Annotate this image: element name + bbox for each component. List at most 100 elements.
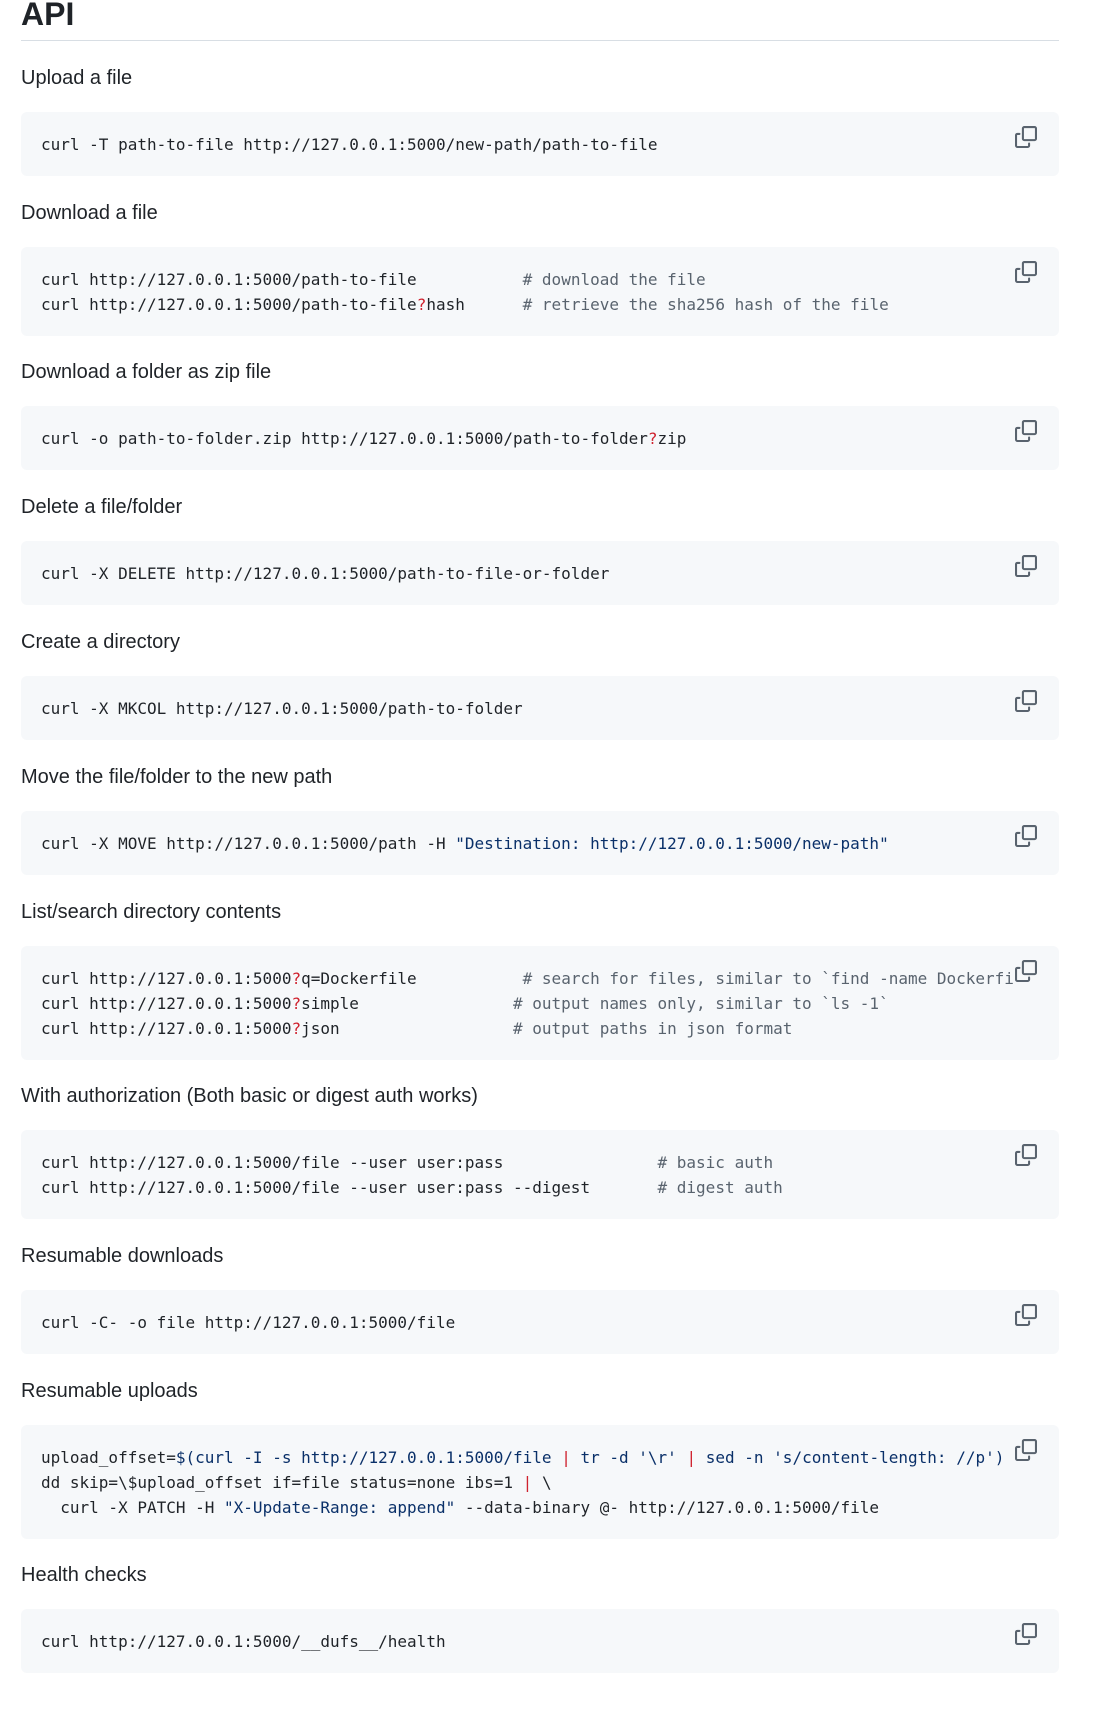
code-block-resumable-downloads: curl -C- -o file http://127.0.0.1:5000/f… xyxy=(21,1290,1059,1354)
page-title: API xyxy=(21,0,75,32)
section-label-zip: Download a folder as zip file xyxy=(21,361,272,383)
section-label-list: List/search directory contents xyxy=(21,901,282,923)
copy-icon xyxy=(1015,1439,1037,1461)
title-divider xyxy=(21,40,1059,41)
code-comment: # download the file xyxy=(522,270,706,289)
code-line: curl -X MOVE http://127.0.0.1:5000/path … xyxy=(41,834,456,853)
section-label-delete: Delete a file/folder xyxy=(21,496,183,518)
code-string: 's/content-length: //p') xyxy=(773,1448,1005,1467)
copy-button[interactable] xyxy=(1015,1623,1041,1649)
code-string: $(curl -I -s http://127.0.0.1:5000/file xyxy=(175,1448,552,1467)
section-label-download: Download a file xyxy=(21,202,158,224)
code-text: upload_offset=$(curl -I -s http://127.0.… xyxy=(41,1445,1004,1520)
code-text: curl -X MOVE http://127.0.0.1:5000/path … xyxy=(41,831,889,856)
code-line: curl -X DELETE http://127.0.0.1:5000/pat… xyxy=(41,564,610,583)
code-text: curl http://127.0.0.1:5000?q=Dockerfile … xyxy=(41,966,1043,1041)
code-line: --data-binary @- http://127.0.0.1:5000/f… xyxy=(455,1498,880,1517)
code-block-auth: curl http://127.0.0.1:5000/file --user u… xyxy=(21,1130,1059,1219)
code-block-resumable-uploads: upload_offset=$(curl -I -s http://127.0.… xyxy=(21,1425,1059,1539)
code-line: curl http://127.0.0.1:5000/__dufs__/heal… xyxy=(41,1632,446,1651)
copy-icon xyxy=(1015,690,1037,712)
code-line: curl -C- -o file http://127.0.0.1:5000/f… xyxy=(41,1313,456,1332)
code-block-mkcol: curl -X MKCOL http://127.0.0.1:5000/path… xyxy=(21,676,1059,740)
code-comment: # digest auth xyxy=(657,1178,783,1197)
copy-button[interactable] xyxy=(1015,126,1041,152)
code-line: curl http://127.0.0.1:5000/file --user u… xyxy=(41,1178,591,1197)
api-docs-page: API Upload a file curl -T path-to-file h… xyxy=(0,0,1100,1725)
copy-icon xyxy=(1015,126,1037,148)
code-line: upload_offset= xyxy=(41,1448,176,1467)
section-label-mkcol: Create a directory xyxy=(21,631,180,653)
code-block-zip: curl -o path-to-folder.zip http://127.0.… xyxy=(21,406,1059,470)
copy-icon xyxy=(1015,1304,1037,1326)
code-text: curl http://127.0.0.1:5000/path-to-file … xyxy=(41,267,889,317)
code-block-list: curl http://127.0.0.1:5000?q=Dockerfile … xyxy=(21,946,1059,1060)
copy-button[interactable] xyxy=(1015,690,1041,716)
copy-icon xyxy=(1015,960,1037,982)
code-param: simple xyxy=(301,994,359,1013)
code-line: curl http://127.0.0.1:5000 xyxy=(41,994,292,1013)
copy-button[interactable] xyxy=(1015,420,1041,446)
query-operator: ? xyxy=(647,429,658,448)
code-line: curl http://127.0.0.1:5000 xyxy=(41,1019,292,1038)
query-operator: ? xyxy=(291,1019,302,1038)
code-comment: # basic auth xyxy=(657,1153,774,1172)
code-string: sed -n xyxy=(705,1448,764,1467)
code-comment: # search for files, similar to `find -na… xyxy=(522,969,1043,988)
code-string: tr -d xyxy=(580,1448,629,1467)
copy-icon xyxy=(1015,825,1037,847)
code-block-health: curl http://127.0.0.1:5000/__dufs__/heal… xyxy=(21,1609,1059,1673)
code-line: curl -T path-to-file http://127.0.0.1:50… xyxy=(41,135,658,154)
copy-button[interactable] xyxy=(1015,960,1041,986)
code-block-upload: curl -T path-to-file http://127.0.0.1:50… xyxy=(21,112,1059,176)
code-param: zip xyxy=(657,429,687,448)
query-operator: ? xyxy=(416,295,427,314)
code-string: '\r' xyxy=(638,1448,677,1467)
copy-button[interactable] xyxy=(1015,825,1041,851)
code-param: q=Dockerfile xyxy=(301,969,417,988)
copy-button[interactable] xyxy=(1015,555,1041,581)
query-operator: ? xyxy=(291,994,302,1013)
code-line: curl http://127.0.0.1:5000/file --user u… xyxy=(41,1153,504,1172)
code-line: curl http://127.0.0.1:5000/path-to-file xyxy=(41,270,417,289)
code-param: hash xyxy=(426,295,465,314)
code-text: curl http://127.0.0.1:5000/file --user u… xyxy=(41,1150,783,1200)
code-line: curl -X PATCH -H xyxy=(41,1498,225,1517)
copy-button[interactable] xyxy=(1015,1304,1041,1330)
line-continuation: \ xyxy=(541,1473,552,1492)
section-label-health: Health checks xyxy=(21,1564,147,1586)
code-text: curl -X MKCOL http://127.0.0.1:5000/path… xyxy=(41,696,523,721)
code-text: curl http://127.0.0.1:5000/__dufs__/heal… xyxy=(41,1629,446,1654)
code-line: curl -X MKCOL http://127.0.0.1:5000/path… xyxy=(41,699,523,718)
code-block-download: curl http://127.0.0.1:5000/path-to-file … xyxy=(21,247,1059,336)
copy-icon xyxy=(1015,1623,1037,1645)
copy-icon xyxy=(1015,1144,1037,1166)
code-line: curl http://127.0.0.1:5000/path-to-file xyxy=(41,295,417,314)
code-line: curl -o path-to-folder.zip http://127.0.… xyxy=(41,429,648,448)
code-comment: # output names only, similar to `ls -1` xyxy=(513,994,889,1013)
query-operator: ? xyxy=(291,969,302,988)
code-line: curl http://127.0.0.1:5000 xyxy=(41,969,292,988)
section-label-move: Move the file/folder to the new path xyxy=(21,766,333,788)
section-label-resumable-downloads: Resumable downloads xyxy=(21,1245,224,1267)
code-line: dd skip=\$upload_offset if=file status=n… xyxy=(41,1473,514,1492)
code-string: "Destination: http://127.0.0.1:5000/new-… xyxy=(455,834,889,853)
pipe-operator: | xyxy=(522,1473,533,1492)
copy-button[interactable] xyxy=(1015,1144,1041,1170)
section-label-auth: With authorization (Both basic or digest… xyxy=(21,1085,478,1107)
section-label-resumable-uploads: Resumable uploads xyxy=(21,1380,198,1402)
code-text: curl -X DELETE http://127.0.0.1:5000/pat… xyxy=(41,561,609,586)
code-comment: # retrieve the sha256 hash of the file xyxy=(522,295,889,314)
code-string: "X-Update-Range: append" xyxy=(224,1498,456,1517)
section-label-upload: Upload a file xyxy=(21,67,133,89)
code-comment: # output paths in json format xyxy=(513,1019,793,1038)
code-param: json xyxy=(301,1019,340,1038)
copy-icon xyxy=(1015,420,1037,442)
code-text: curl -T path-to-file http://127.0.0.1:50… xyxy=(41,132,658,157)
copy-button[interactable] xyxy=(1015,261,1041,287)
code-text: curl -o path-to-folder.zip http://127.0.… xyxy=(41,426,686,451)
copy-icon xyxy=(1015,555,1037,577)
copy-button[interactable] xyxy=(1015,1439,1041,1465)
code-block-move: curl -X MOVE http://127.0.0.1:5000/path … xyxy=(21,811,1059,875)
pipe-operator: | xyxy=(561,1448,571,1467)
